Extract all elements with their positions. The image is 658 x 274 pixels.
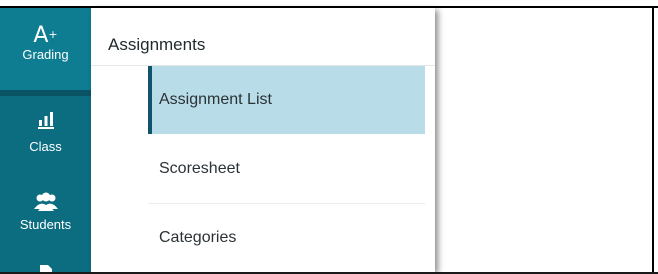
document-icon [0, 256, 91, 272]
assignments-panel: Assignments Assignment List Scoresheet C… [91, 8, 435, 272]
menu-item-label: Scoresheet [159, 160, 240, 177]
menu-item-label: Categories [159, 229, 237, 246]
rail-item-reports[interactable] [0, 256, 91, 272]
rail-item-label: Grading [22, 47, 69, 62]
bar-chart-icon [0, 96, 91, 134]
users-icon [0, 184, 91, 214]
menu-item-categories[interactable]: Categories [148, 204, 425, 272]
right-border [652, 6, 654, 274]
nav-rail: A+ Grading Class Students [0, 8, 91, 272]
menu-item-scoresheet[interactable]: Scoresheet [148, 135, 425, 203]
rail-item-students[interactable]: Students [0, 184, 91, 244]
menu-item-label: Assignment List [159, 91, 272, 108]
panel-title: Assignments [108, 35, 206, 54]
rail-item-label: Students [19, 217, 72, 232]
rail-item-label: Class [29, 139, 62, 154]
menu-item-assignment-list[interactable]: Assignment List [148, 66, 425, 134]
rail-item-grading[interactable]: A+ Grading [0, 8, 91, 90]
rail-item-class[interactable]: Class [0, 96, 91, 164]
a-plus-icon: A+ [33, 23, 58, 48]
